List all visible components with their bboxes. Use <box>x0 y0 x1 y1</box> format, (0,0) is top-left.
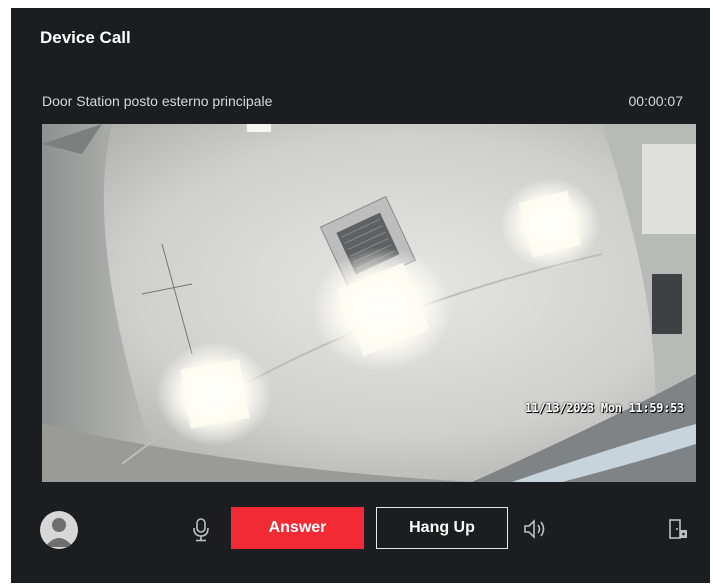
dialog-title: Device Call <box>40 28 131 47</box>
video-frame-image <box>42 124 696 482</box>
video-timestamp-overlay: 11/13/2023 Mon 11:59:53 <box>524 401 685 415</box>
door-unlock-icon[interactable] <box>668 518 688 540</box>
call-info-row: Door Station posto esterno principale 00… <box>42 93 683 113</box>
device-call-dialog: Device Call Door Station posto esterno p… <box>11 8 710 583</box>
answer-button[interactable]: Answer <box>231 507 364 549</box>
avatar-icon <box>40 511 78 549</box>
call-controls: Answer Hang Up <box>11 503 710 553</box>
speaker-icon[interactable] <box>523 518 547 540</box>
call-timer: 00:00:07 <box>628 93 684 109</box>
device-name: Door Station posto esterno principale <box>42 93 273 109</box>
microphone-icon[interactable] <box>191 518 211 542</box>
hang-up-button[interactable]: Hang Up <box>376 507 508 549</box>
video-feed: 11/13/2023 Mon 11:59:53 <box>42 124 696 482</box>
